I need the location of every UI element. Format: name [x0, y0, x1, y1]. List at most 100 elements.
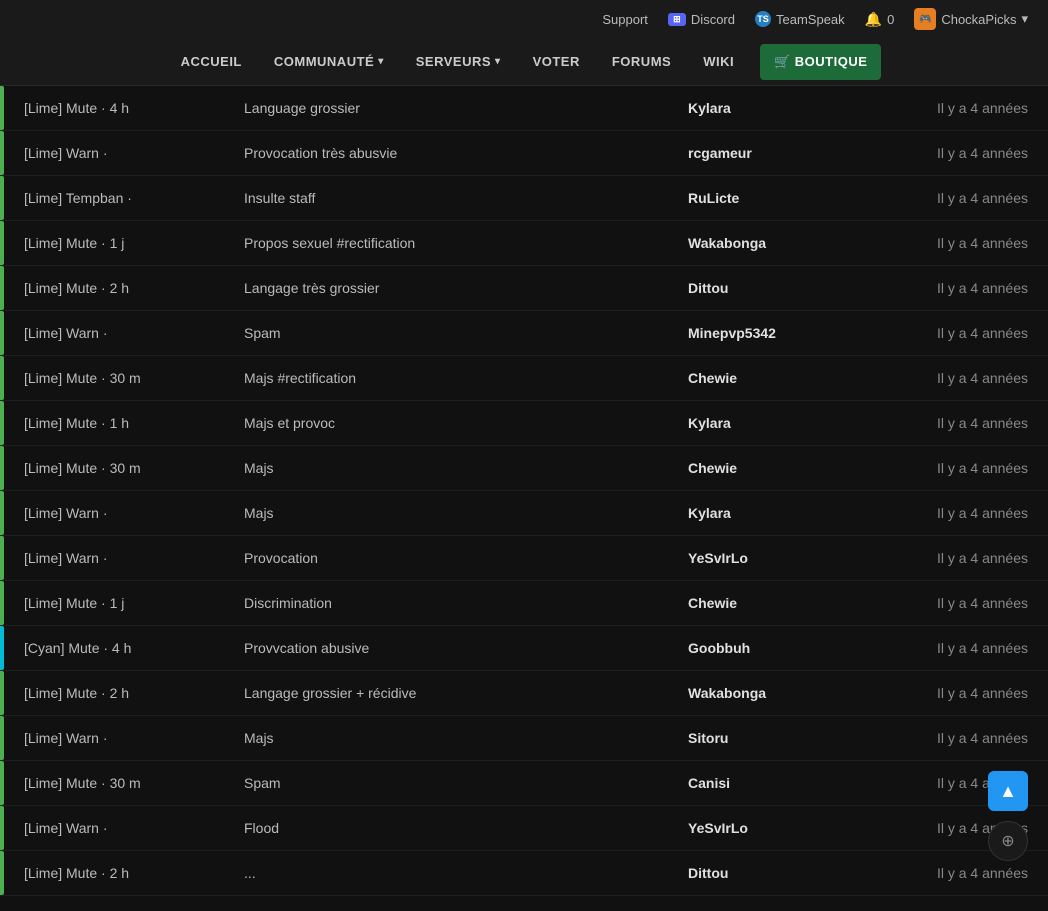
reason-cell: Language grossier: [244, 100, 688, 116]
table-row[interactable]: [Lime] Mute · 2 h Langage très grossier …: [0, 266, 1048, 311]
nav-serveurs-label: SERVEURS: [416, 54, 491, 69]
table-row[interactable]: [Lime] Mute · 4 h Language grossier Kyla…: [0, 86, 1048, 131]
row-accent: [0, 536, 4, 580]
reason-cell: Majs #rectification: [244, 370, 688, 386]
reason-cell: Discrimination: [244, 595, 688, 611]
table-row[interactable]: [Cyan] Mute · 4 h Provvcation abusive Go…: [0, 626, 1048, 671]
player-cell: Kylara: [688, 100, 868, 116]
player-cell: Canisi: [688, 775, 868, 791]
player-cell: Sitoru: [688, 730, 868, 746]
row-accent: [0, 131, 4, 175]
action-cell: [Lime] Mute · 1 j: [24, 235, 244, 251]
time-cell: Il y a 4 années: [868, 190, 1028, 206]
bell-icon: 🔔: [865, 11, 882, 28]
table-row[interactable]: [Lime] Warn · Majs Kylara Il y a 4 année…: [0, 491, 1048, 536]
nav-boutique[interactable]: 🛒 BOUTIQUE: [760, 44, 881, 80]
table-row[interactable]: [Lime] Mute · 30 m Majs Chewie Il y a 4 …: [0, 446, 1048, 491]
scroll-top-icon: ▲: [999, 781, 1017, 802]
time-cell: Il y a 4 années: [868, 325, 1028, 341]
time-cell: Il y a 4 années: [868, 505, 1028, 521]
reason-cell: Provvcation abusive: [244, 640, 688, 656]
row-accent: [0, 266, 4, 310]
reason-cell: Majs: [244, 460, 688, 476]
row-accent: [0, 401, 4, 445]
reason-cell: Spam: [244, 775, 688, 791]
zoom-button[interactable]: ⊕: [988, 821, 1028, 861]
user-label: ChockaPicks: [941, 12, 1016, 27]
action-cell: [Lime] Mute · 2 h: [24, 865, 244, 881]
nav-bar: ACCUEIL COMMUNAUTÉ ▾ SERVEURS ▾ VOTER FO…: [0, 38, 1048, 86]
nav-serveurs[interactable]: SERVEURS ▾: [402, 38, 515, 85]
action-cell: [Lime] Mute · 4 h: [24, 100, 244, 116]
row-accent: [0, 356, 4, 400]
user-chevron-icon: ▾: [1021, 11, 1028, 27]
action-cell: [Lime] Mute · 1 h: [24, 415, 244, 431]
nav-accueil-label: ACCUEIL: [181, 54, 242, 69]
table-row[interactable]: [Lime] Mute · 2 h ... Dittou Il y a 4 an…: [0, 851, 1048, 896]
nav-forums[interactable]: FORUMS: [598, 38, 685, 85]
table-row[interactable]: [Lime] Mute · 30 m Majs #rectification C…: [0, 356, 1048, 401]
player-cell: Kylara: [688, 415, 868, 431]
notifications-link[interactable]: 🔔 0: [865, 11, 895, 28]
discord-link[interactable]: ⊞ Discord: [668, 12, 735, 27]
teamspeak-link[interactable]: TS TeamSpeak: [755, 11, 845, 27]
time-cell: Il y a 4 années: [868, 595, 1028, 611]
row-accent: [0, 311, 4, 355]
action-cell: [Cyan] Mute · 4 h: [24, 640, 244, 656]
time-cell: Il y a 4 années: [868, 415, 1028, 431]
reason-cell: Majs et provoc: [244, 415, 688, 431]
row-accent: [0, 851, 4, 895]
action-cell: [Lime] Mute · 2 h: [24, 685, 244, 701]
nav-wiki[interactable]: WIKI: [689, 38, 748, 85]
player-cell: RuLicte: [688, 190, 868, 206]
nav-wiki-label: WIKI: [703, 54, 734, 69]
table-row[interactable]: [Lime] Mute · 1 j Discrimination Chewie …: [0, 581, 1048, 626]
table-row[interactable]: [Lime] Tempban · Insulte staff RuLicte I…: [0, 176, 1048, 221]
nav-voter[interactable]: VOTER: [519, 38, 594, 85]
nav-communaute-label: COMMUNAUTÉ: [274, 54, 374, 69]
player-cell: Chewie: [688, 370, 868, 386]
row-accent: [0, 221, 4, 265]
table-row[interactable]: [Lime] Warn · Majs Sitoru Il y a 4 année…: [0, 716, 1048, 761]
reason-cell: Provocation: [244, 550, 688, 566]
action-cell: [Lime] Mute · 30 m: [24, 460, 244, 476]
support-label: Support: [602, 12, 648, 27]
player-cell: Dittou: [688, 280, 868, 296]
table-row[interactable]: [Lime] Warn · Provocation très abusvie r…: [0, 131, 1048, 176]
action-cell: [Lime] Warn ·: [24, 505, 244, 521]
action-cell: [Lime] Warn ·: [24, 730, 244, 746]
table-row[interactable]: [Lime] Mute · 1 j Propos sexuel #rectifi…: [0, 221, 1048, 266]
row-accent: [0, 671, 4, 715]
user-menu[interactable]: 🎮 ChockaPicks ▾: [914, 8, 1028, 30]
player-cell: YeSvIrLo: [688, 820, 868, 836]
sanctions-table: [Lime] Mute · 4 h Language grossier Kyla…: [0, 86, 1048, 896]
table-row[interactable]: [Lime] Mute · 2 h Langage grossier + réc…: [0, 671, 1048, 716]
row-accent: [0, 86, 4, 130]
action-cell: [Lime] Mute · 30 m: [24, 370, 244, 386]
table-row[interactable]: [Lime] Warn · Spam Minepvp5342 Il y a 4 …: [0, 311, 1048, 356]
table-row[interactable]: [Lime] Mute · 1 h Majs et provoc Kylara …: [0, 401, 1048, 446]
player-cell: Minepvp5342: [688, 325, 868, 341]
serveurs-chevron-icon: ▾: [495, 56, 501, 67]
table-row[interactable]: [Lime] Warn · Flood YeSvIrLo Il y a 4 an…: [0, 806, 1048, 851]
row-accent: [0, 626, 4, 670]
reason-cell: Langage très grossier: [244, 280, 688, 296]
row-accent: [0, 806, 4, 850]
support-link[interactable]: Support: [602, 12, 648, 27]
action-cell: [Lime] Mute · 2 h: [24, 280, 244, 296]
time-cell: Il y a 4 années: [868, 865, 1028, 881]
nav-communaute[interactable]: COMMUNAUTÉ ▾: [260, 38, 398, 85]
player-cell: YeSvIrLo: [688, 550, 868, 566]
row-accent: [0, 446, 4, 490]
scroll-top-button[interactable]: ▲: [988, 771, 1028, 811]
table-row[interactable]: [Lime] Mute · 30 m Spam Canisi Il y a 4 …: [0, 761, 1048, 806]
nav-accueil[interactable]: ACCUEIL: [167, 38, 256, 85]
reason-cell: Flood: [244, 820, 688, 836]
player-cell: Chewie: [688, 460, 868, 476]
reason-cell: Spam: [244, 325, 688, 341]
table-row[interactable]: [Lime] Warn · Provocation YeSvIrLo Il y …: [0, 536, 1048, 581]
row-accent: [0, 491, 4, 535]
time-cell: Il y a 4 années: [868, 100, 1028, 116]
row-accent: [0, 716, 4, 760]
action-cell: [Lime] Mute · 30 m: [24, 775, 244, 791]
